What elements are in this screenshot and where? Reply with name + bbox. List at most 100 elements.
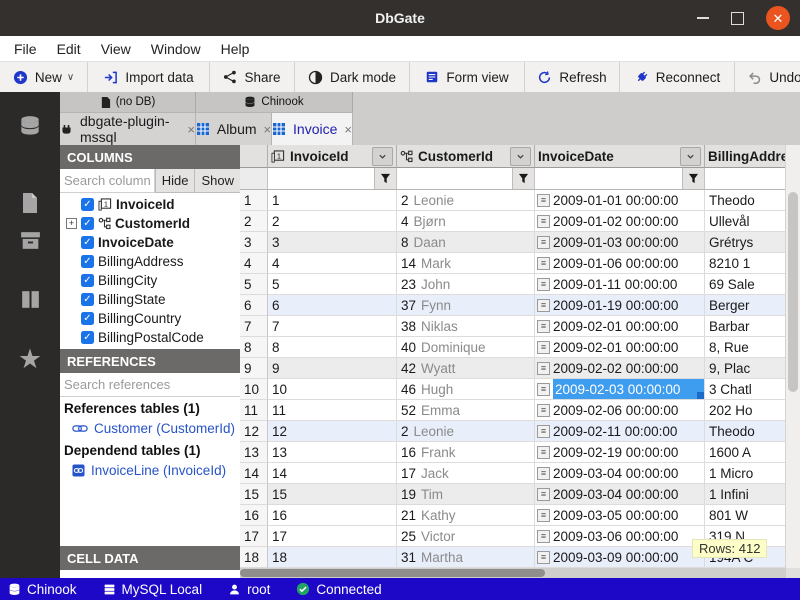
show-button[interactable]: Show [194,169,240,193]
cell[interactable]: Barbar [705,316,786,337]
cell[interactable]: ≡2009-01-01 00:00:00 [535,190,705,211]
menu-item-edit[interactable]: Edit [47,41,91,57]
checkbox-checked-icon[interactable]: ✓ [81,331,94,344]
rail-book-icon[interactable] [17,286,43,312]
horizontal-scrollbar[interactable] [240,568,786,578]
rail-file-icon[interactable] [17,190,43,216]
selection-fill-handle[interactable] [697,392,704,399]
document-detail-icon[interactable]: ≡ [537,488,550,501]
checkbox-checked-icon[interactable]: ✓ [81,312,94,325]
document-detail-icon[interactable]: ≡ [537,236,550,249]
column-menu-button[interactable] [680,147,701,166]
cell[interactable]: 69 Sale [705,274,786,295]
reference-link[interactable]: Customer (CustomerId) [60,418,240,439]
import-data-button[interactable]: Import data [88,62,210,92]
cell[interactable]: 52Emma [397,400,535,421]
cell[interactable]: Theodo [705,190,786,211]
cell[interactable]: ≡2009-02-01 00:00:00 [535,337,705,358]
statusbar-root[interactable]: root [228,582,270,597]
cell[interactable]: Berger [705,295,786,316]
cell[interactable]: 14 [240,463,268,484]
document-detail-icon[interactable]: ≡ [537,446,550,459]
cell[interactable]: 9 [268,358,397,379]
search-columns-input[interactable] [60,169,155,193]
document-detail-icon[interactable]: ≡ [537,362,550,375]
cell[interactable]: ≡2009-03-06 00:00:00 [535,526,705,547]
search-references-input[interactable] [60,373,240,397]
cell[interactable]: 46Hugh [397,379,535,400]
cell[interactable]: 17 [240,526,268,547]
cell[interactable]: 18 [268,547,397,568]
cell[interactable]: 8210 1 [705,253,786,274]
document-detail-icon[interactable]: ≡ [537,467,550,480]
checkbox-checked-icon[interactable]: ✓ [81,255,94,268]
reference-link[interactable]: InvoiceLine (InvoiceId) [60,460,240,481]
cell[interactable]: 11 [268,400,397,421]
cell[interactable]: ≡2009-01-06 00:00:00 [535,253,705,274]
cell[interactable]: 1 Micro [705,463,786,484]
column-list-item[interactable]: ✓BillingState [60,290,240,309]
document-detail-icon[interactable]: ≡ [537,320,550,333]
cell[interactable]: 18 [240,547,268,568]
cell[interactable]: 25Victor [397,526,535,547]
menu-item-help[interactable]: Help [211,41,260,57]
checkbox-checked-icon[interactable]: ✓ [81,236,94,249]
filter-funnel-button[interactable] [512,168,534,189]
cell[interactable]: ≡2009-02-01 00:00:00 [535,316,705,337]
form-view-button[interactable]: Form view [410,62,525,92]
cell[interactable]: ≡2009-01-11 00:00:00 [535,274,705,295]
document-detail-icon[interactable]: ≡ [537,383,550,396]
column-header-invoicedate[interactable]: InvoiceDate [535,145,705,168]
checkbox-checked-icon[interactable]: ✓ [81,198,94,211]
document-detail-icon[interactable]: ≡ [537,299,550,312]
minimize-icon[interactable] [697,17,709,19]
expand-icon[interactable]: + [66,218,77,229]
column-menu-button[interactable] [372,147,393,166]
cell[interactable]: ≡2009-03-05 00:00:00 [535,505,705,526]
undo-button[interactable]: Undo [735,62,800,92]
column-list-item[interactable]: ✓BillingCity [60,271,240,290]
share-button[interactable]: Share [210,62,295,92]
cell[interactable]: 13 [240,442,268,463]
cell[interactable]: 31Martha [397,547,535,568]
cell[interactable]: Ullevål [705,211,786,232]
filter-input-invoiceid[interactable] [268,168,374,189]
maximize-icon[interactable] [731,12,744,25]
tab-close-icon[interactable]: × [264,122,272,137]
cell[interactable]: 2Leonie [397,190,535,211]
cell[interactable]: 10 [240,379,268,400]
cell[interactable]: ≡2009-02-11 00:00:00 [535,421,705,442]
cell[interactable]: 23John [397,274,535,295]
statusbar-chinook[interactable]: Chinook [8,582,77,597]
checkbox-checked-icon[interactable]: ✓ [81,293,94,306]
column-list-item[interactable]: ✓BillingAddress [60,252,240,271]
cell[interactable]: 40Dominique [397,337,535,358]
tab-album[interactable]: Album× [196,113,272,145]
filter-input-billingaddress[interactable] [705,168,785,189]
cell[interactable]: ≡2009-03-09 00:00:00 [535,547,705,568]
cell[interactable]: 38Niklas [397,316,535,337]
cell[interactable]: 15 [268,484,397,505]
cell[interactable]: 4Bjørn [397,211,535,232]
cell[interactable]: 37Fynn [397,295,535,316]
cell[interactable]: 12 [240,421,268,442]
vertical-scrollbar-thumb[interactable] [788,192,798,392]
cell[interactable]: ≡2009-02-06 00:00:00 [535,400,705,421]
dark-mode-button[interactable]: Dark mode [295,62,410,92]
menu-item-window[interactable]: Window [141,41,211,57]
cell[interactable]: ≡2009-02-19 00:00:00 [535,442,705,463]
column-menu-button[interactable] [510,147,531,166]
document-detail-icon[interactable]: ≡ [537,425,550,438]
document-detail-icon[interactable]: ≡ [537,278,550,291]
cell[interactable]: 13 [268,442,397,463]
statusbar-connected[interactable]: Connected [296,582,381,597]
filter-funnel-button[interactable] [682,168,704,189]
column-list-item[interactable]: +✓CustomerId [60,214,240,233]
checkbox-checked-icon[interactable]: ✓ [81,274,94,287]
cell[interactable]: 17Jack [397,463,535,484]
document-detail-icon[interactable]: ≡ [537,530,550,543]
cell[interactable]: 11 [240,400,268,421]
cell[interactable]: 7 [240,316,268,337]
cell[interactable]: 801 W [705,505,786,526]
cell[interactable]: 14 [268,463,397,484]
